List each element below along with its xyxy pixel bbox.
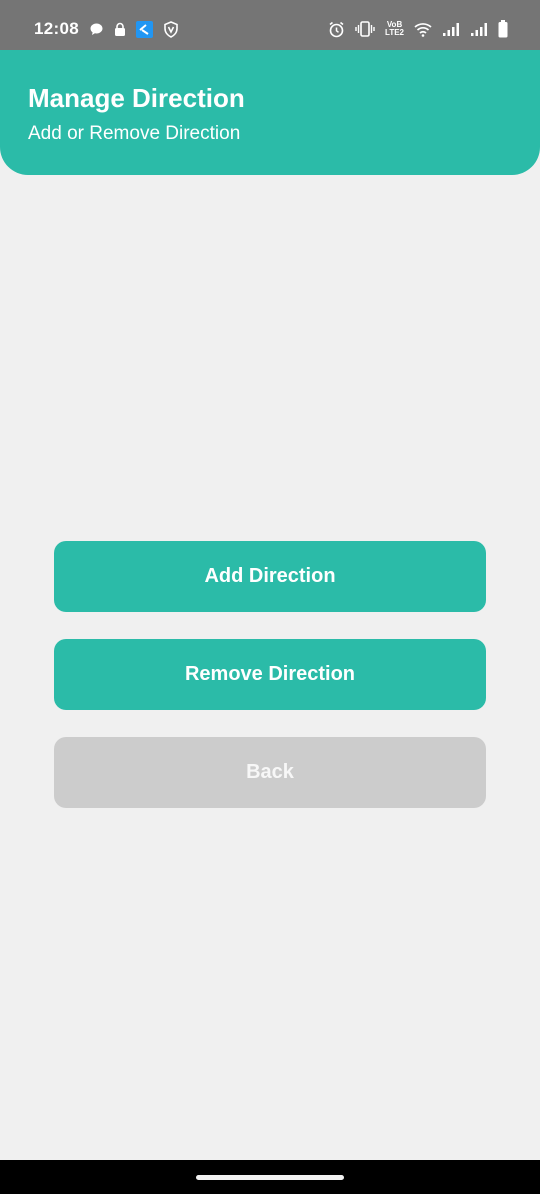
signal-icon (470, 22, 488, 37)
back-button[interactable]: Back (54, 737, 486, 808)
volte-icon: VoB LTE2 (385, 21, 404, 37)
chat-bubble-icon (89, 22, 104, 37)
add-direction-button[interactable]: Add Direction (54, 541, 486, 612)
navigation-bar (0, 1160, 540, 1194)
alarm-icon (328, 21, 345, 38)
vibrate-icon (355, 21, 375, 37)
home-indicator[interactable] (196, 1174, 344, 1180)
status-time: 12:08 (34, 19, 79, 38)
app-notification-icon (135, 20, 153, 38)
remove-direction-button[interactable]: Remove Direction (54, 639, 486, 710)
wifi-icon (414, 22, 432, 37)
vpn-shield-icon (163, 20, 179, 38)
status-right: VoB LTE2 (328, 20, 508, 38)
header: Manage Direction Add or Remove Direction (0, 50, 540, 175)
lock-icon (114, 22, 126, 37)
page-subtitle: Add or Remove Direction (28, 123, 241, 144)
page-title: Manage Direction (28, 83, 245, 113)
screen: 12:08 VoB LTE2 Manage Direction Add or R… (0, 0, 540, 1194)
volte-line-2: LTE2 (385, 28, 404, 37)
status-left: 12:08 (34, 19, 179, 39)
battery-icon (498, 20, 508, 38)
signal-icon (442, 22, 460, 37)
